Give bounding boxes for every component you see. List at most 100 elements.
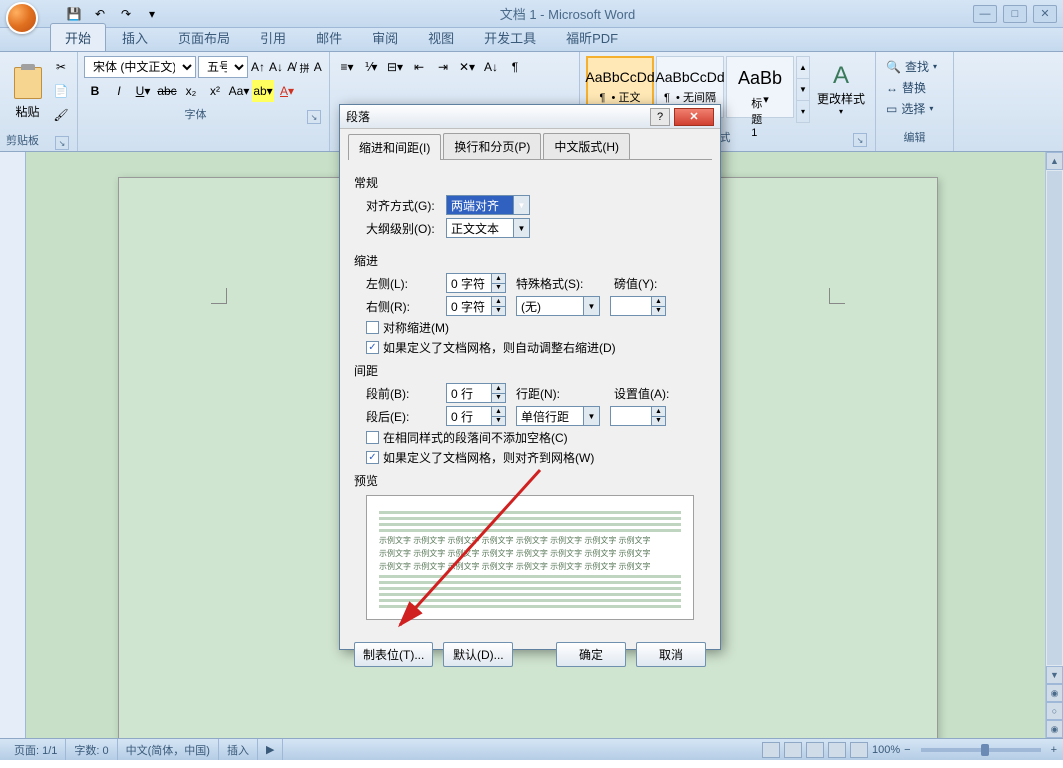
alignment-combo[interactable]: 两端对齐▼ xyxy=(446,195,530,215)
font-launcher-icon[interactable]: ↘ xyxy=(307,110,321,124)
dialog-close-button[interactable]: ✕ xyxy=(674,108,714,126)
scroll-thumb[interactable] xyxy=(1047,171,1062,665)
save-icon[interactable]: 💾 xyxy=(64,4,84,24)
maximize-button[interactable]: □ xyxy=(1003,5,1027,23)
undo-icon[interactable]: ↶ xyxy=(90,4,110,24)
outline-level-combo[interactable]: 正文文本▼ xyxy=(446,218,530,238)
special-format-combo[interactable]: (无)▼ xyxy=(516,296,600,316)
bullets-button[interactable]: ≡▾ xyxy=(336,56,358,78)
tab-references[interactable]: 引用 xyxy=(246,24,300,51)
vertical-scrollbar[interactable]: ▲ ▼ ◉ ○ ◉ xyxy=(1045,152,1063,738)
decrease-indent-button[interactable]: ⇤ xyxy=(408,56,430,78)
qat-more-icon[interactable]: ▾ xyxy=(142,4,162,24)
zoom-out-button[interactable]: − xyxy=(904,744,910,756)
change-styles-button[interactable]: A 更改样式 ▾ xyxy=(812,56,870,123)
page-number-status[interactable]: 页面: 1/1 xyxy=(6,739,66,760)
line-spacing-combo[interactable]: 单倍行距▼ xyxy=(516,406,600,426)
dialog-tab-asian[interactable]: 中文版式(H) xyxy=(543,133,630,159)
clear-format-icon[interactable]: A̸ xyxy=(286,56,296,78)
zoom-slider[interactable] xyxy=(921,748,1041,752)
styles-more[interactable]: ▾ xyxy=(797,100,809,122)
style-heading-1[interactable]: AaBb 标题 1▾ xyxy=(726,56,794,118)
dialog-tab-indent-spacing[interactable]: 缩进和间距(I) xyxy=(348,134,441,160)
redo-icon[interactable]: ↷ xyxy=(116,4,136,24)
office-button[interactable] xyxy=(4,0,44,28)
replace-button[interactable]: ↔替换 xyxy=(882,77,947,98)
mirror-indent-checkbox[interactable] xyxy=(366,321,379,334)
tabs-button[interactable]: 制表位(T)... xyxy=(354,642,433,667)
font-name-select[interactable]: 宋体 (中文正文) xyxy=(84,56,196,78)
browse-object-button[interactable]: ○ xyxy=(1046,702,1063,720)
tab-page-layout[interactable]: 页面布局 xyxy=(164,24,244,51)
styles-scroll-up[interactable]: ▲ xyxy=(797,57,809,78)
phonetic-icon[interactable]: 拼 xyxy=(299,56,311,78)
copy-icon[interactable]: 📄 xyxy=(51,80,71,102)
italic-button[interactable]: I xyxy=(108,80,130,102)
dialog-title-bar[interactable]: 段落 ? ✕ xyxy=(340,105,720,129)
tab-foxit-pdf[interactable]: 福昕PDF xyxy=(552,24,632,51)
no-space-checkbox[interactable] xyxy=(366,431,379,444)
superscript-button[interactable]: x² xyxy=(204,80,226,102)
full-reading-view[interactable] xyxy=(784,742,802,758)
default-button[interactable]: 默认(D)... xyxy=(443,642,513,667)
select-button[interactable]: ▭选择▾ xyxy=(882,98,947,119)
multilevel-button[interactable]: ⊟▾ xyxy=(384,56,406,78)
change-case-button[interactable]: Aa▾ xyxy=(228,80,250,102)
char-border-icon[interactable]: A xyxy=(313,56,323,78)
minimize-button[interactable]: — xyxy=(973,5,997,23)
macro-status[interactable]: ▶ xyxy=(258,739,283,760)
styles-scroll-down[interactable]: ▼ xyxy=(797,78,809,100)
zoom-level[interactable]: 100% xyxy=(872,744,900,756)
at-value-spinner[interactable]: ▲▼ xyxy=(610,406,666,426)
font-color-button[interactable]: A▾ xyxy=(276,80,298,102)
cancel-button[interactable]: 取消 xyxy=(636,642,706,667)
snap-grid-checkbox[interactable]: ✓ xyxy=(366,451,379,464)
outline-view[interactable] xyxy=(828,742,846,758)
by-value-spinner[interactable]: ▲▼ xyxy=(610,296,666,316)
strike-button[interactable]: abc xyxy=(156,80,178,102)
clipboard-launcher-icon[interactable]: ↘ xyxy=(55,136,69,150)
font-size-select[interactable]: 五号 xyxy=(198,56,248,78)
close-button[interactable]: ✕ xyxy=(1033,5,1057,23)
highlight-button[interactable]: ab▾ xyxy=(252,80,274,102)
insert-mode-status[interactable]: 插入 xyxy=(219,739,258,760)
ok-button[interactable]: 确定 xyxy=(556,642,626,667)
find-button[interactable]: 🔍查找▾ xyxy=(882,56,947,77)
language-status[interactable]: 中文(简体，中国) xyxy=(118,739,219,760)
tab-review[interactable]: 审阅 xyxy=(358,24,412,51)
vertical-ruler[interactable] xyxy=(0,152,26,738)
draft-view[interactable] xyxy=(850,742,868,758)
shrink-font-icon[interactable]: A↓ xyxy=(268,56,284,78)
grow-font-icon[interactable]: A↑ xyxy=(250,56,266,78)
web-layout-view[interactable] xyxy=(806,742,824,758)
tab-mailings[interactable]: 邮件 xyxy=(302,24,356,51)
bold-button[interactable]: B xyxy=(84,80,106,102)
tab-view[interactable]: 视图 xyxy=(414,24,468,51)
print-layout-view[interactable] xyxy=(762,742,780,758)
sort-button[interactable]: A↓ xyxy=(480,56,502,78)
underline-button[interactable]: U▾ xyxy=(132,80,154,102)
ltr-button[interactable]: ✕▾ xyxy=(456,56,478,78)
tab-developer[interactable]: 开发工具 xyxy=(470,24,550,51)
zoom-in-button[interactable]: + xyxy=(1051,744,1057,756)
styles-launcher-icon[interactable]: ↘ xyxy=(853,133,867,147)
show-marks-button[interactable]: ¶ xyxy=(504,56,526,78)
scroll-down-button[interactable]: ▼ xyxy=(1046,666,1063,684)
indent-left-spinner[interactable]: 0 字符▲▼ xyxy=(446,273,506,293)
cut-icon[interactable]: ✂ xyxy=(51,56,71,78)
dialog-tab-line-page-breaks[interactable]: 换行和分页(P) xyxy=(443,133,541,159)
paste-button[interactable]: 粘贴 xyxy=(6,56,49,130)
prev-page-button[interactable]: ◉ xyxy=(1046,684,1063,702)
next-page-button[interactable]: ◉ xyxy=(1046,720,1063,738)
scroll-up-button[interactable]: ▲ xyxy=(1046,152,1063,170)
indent-right-spinner[interactable]: 0 字符▲▼ xyxy=(446,296,506,316)
space-before-spinner[interactable]: 0 行▲▼ xyxy=(446,383,506,403)
format-painter-icon[interactable]: 🖌 xyxy=(51,104,71,126)
tab-insert[interactable]: 插入 xyxy=(108,24,162,51)
auto-adjust-checkbox[interactable]: ✓ xyxy=(366,341,379,354)
numbering-button[interactable]: ⅟▾ xyxy=(360,56,382,78)
increase-indent-button[interactable]: ⇥ xyxy=(432,56,454,78)
tab-home[interactable]: 开始 xyxy=(50,23,106,51)
dialog-help-button[interactable]: ? xyxy=(650,108,670,126)
subscript-button[interactable]: x₂ xyxy=(180,80,202,102)
